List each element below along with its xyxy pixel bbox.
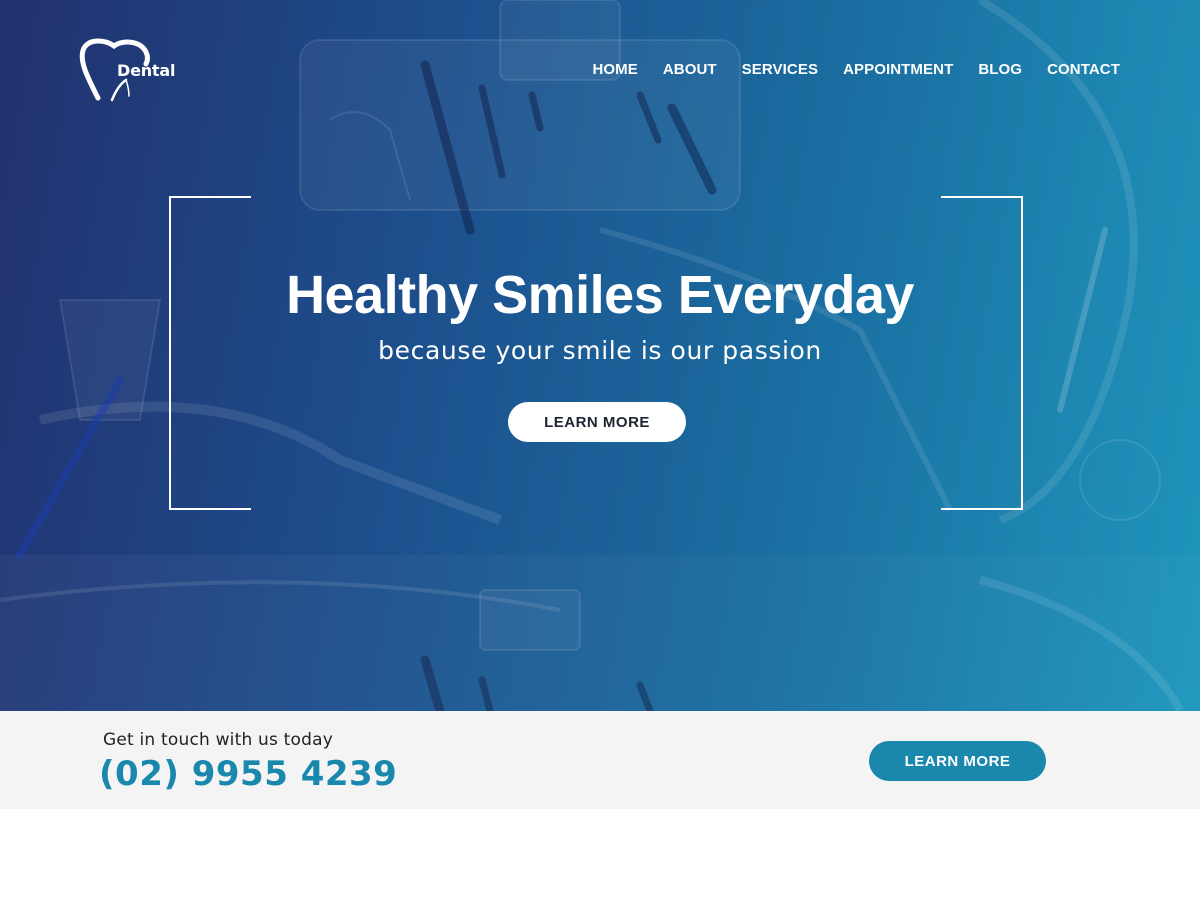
nav-blog[interactable]: BLOG [978, 61, 1022, 78]
hero-title: Healthy Smiles Everyday [286, 265, 914, 325]
contact-strip: Get in touch with us today (02) 9955 423… [0, 711, 1200, 809]
phone-number[interactable]: (02) 9955 4239 [99, 754, 397, 794]
hero-lower-band [0, 555, 1200, 711]
logo[interactable]: Dental [78, 38, 178, 102]
nav-home[interactable]: HOME [592, 61, 637, 78]
nav-contact[interactable]: CONTACT [1047, 61, 1120, 78]
cta-label: Get in touch with us today [103, 730, 334, 750]
nav-about[interactable]: ABOUT [663, 61, 717, 78]
nav-appointment[interactable]: APPOINTMENT [843, 61, 953, 78]
hero-learn-more-button[interactable]: LEARN MORE [508, 402, 686, 442]
logo-text: Dental [117, 61, 176, 80]
nav-services[interactable]: SERVICES [742, 61, 818, 78]
cta-learn-more-button[interactable]: LEARN MORE [869, 741, 1046, 781]
content-area [0, 809, 1200, 900]
hero-subtitle: because your smile is our passion [378, 336, 822, 365]
main-navigation: HOME ABOUT SERVICES APPOINTMENT BLOG CON… [592, 61, 1120, 78]
